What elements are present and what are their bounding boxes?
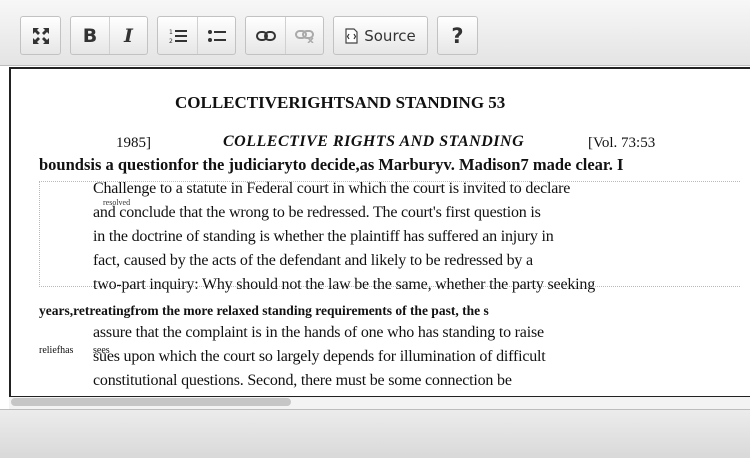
italic-icon: I	[124, 24, 133, 47]
link-button[interactable]	[246, 17, 285, 54]
bold-icon: B	[82, 24, 98, 47]
unlink-icon	[294, 29, 315, 43]
body-line: in the doctrine of standing is whether t…	[93, 228, 554, 245]
help-button[interactable]: ?	[438, 17, 477, 54]
expand-arrows-icon	[32, 27, 50, 45]
bulleted-list-button[interactable]	[197, 17, 235, 54]
editor-status-bar	[0, 409, 750, 458]
source-group: Source	[333, 16, 428, 55]
unlink-button[interactable]	[285, 17, 323, 54]
svg-text:2: 2	[169, 38, 173, 44]
horizontal-scrollbar[interactable]	[9, 396, 750, 409]
relief-label: reliefhas	[39, 345, 74, 356]
body-line: sues upon which the court so largely dep…	[93, 348, 546, 365]
running-header: COLLECTIVE RIGHTS AND STANDING	[223, 133, 525, 150]
source-button[interactable]: Source	[334, 17, 427, 54]
horizontal-scroll-thumb[interactable]	[11, 398, 291, 406]
overlapping-text-line: years,retreatingfrom the more relaxed st…	[39, 303, 489, 318]
body-line: and conclude that the wrong to be redres…	[93, 204, 541, 221]
editor-content[interactable]: COLLECTIVERIGHTSAND STANDING 53 1985] CO…	[9, 67, 750, 409]
link-icon	[255, 30, 276, 42]
source-label: Source	[364, 26, 416, 45]
header-year: 1985]	[116, 135, 151, 151]
source-document-icon	[345, 27, 358, 44]
body-line: assure that the complaint is in the hand…	[93, 324, 544, 341]
svg-text:1: 1	[169, 29, 173, 36]
scrollbar-top-edge	[9, 396, 750, 397]
bold-paragraph-line: boundsis a questionfor the judiciaryto d…	[39, 155, 624, 174]
list-group: 1 2	[157, 16, 236, 55]
numbered-list-button[interactable]: 1 2	[158, 17, 197, 54]
body-line: constitutional questions. Second, there …	[93, 372, 512, 389]
numbered-list-icon: 1 2	[169, 28, 187, 44]
help-group: ?	[437, 16, 478, 55]
header-volume: [Vol. 73:53	[588, 135, 656, 151]
help-icon: ?	[451, 23, 464, 48]
bold-button[interactable]: B	[71, 17, 109, 54]
link-group	[245, 16, 324, 55]
page-title: COLLECTIVERIGHTSAND STANDING 53	[175, 93, 506, 112]
body-line: Challenge to a statute in Federal court …	[93, 180, 571, 197]
maximize-button[interactable]	[21, 17, 60, 54]
bulleted-list-icon	[207, 29, 226, 43]
basic-styles-group: B I	[70, 16, 148, 55]
body-line: fact, caused by the acts of the defendan…	[93, 252, 533, 269]
maximize-group	[20, 16, 61, 55]
editor-toolbar: B I 1 2 Source ?	[0, 0, 750, 66]
italic-button[interactable]: I	[109, 17, 147, 54]
body-line: two-part inquiry: Why should not the law…	[93, 276, 595, 293]
